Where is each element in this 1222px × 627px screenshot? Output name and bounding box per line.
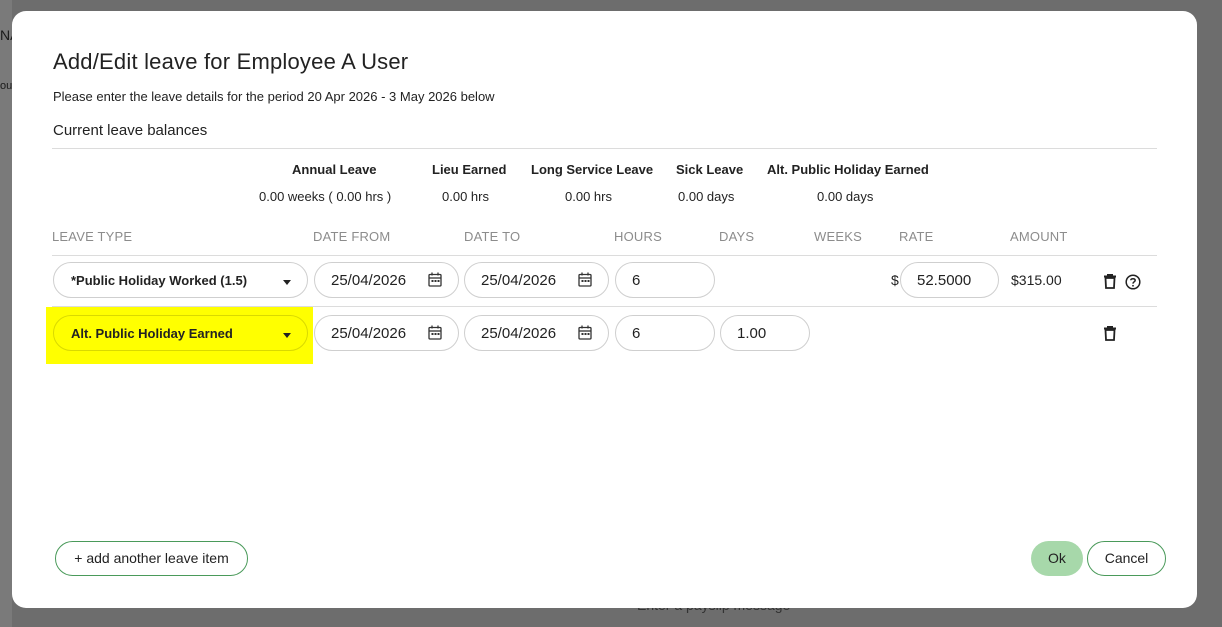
date-from-value: 25/04/2026: [331, 272, 407, 289]
days-value: 1.00: [737, 325, 767, 342]
calendar-icon[interactable]: [428, 325, 442, 340]
date-from-input[interactable]: 25/04/2026: [314, 262, 459, 298]
column-header-amount: AMOUNT: [1010, 229, 1068, 244]
date-from-value: 25/04/2026: [331, 325, 407, 342]
balance-value-long-service: 0.00 hrs: [565, 189, 612, 204]
balance-value-annual: 0.00 weeks ( 0.00 hrs ): [259, 189, 392, 204]
hours-value: 6: [632, 272, 641, 289]
rate-value: 52.5000: [917, 272, 972, 289]
column-header-date-from: DATE FROM: [313, 229, 391, 244]
date-from-input[interactable]: 25/04/2026: [314, 315, 459, 351]
rate-currency-symbol: $: [891, 272, 899, 288]
divider: [52, 255, 1157, 256]
cancel-button[interactable]: Cancel: [1087, 541, 1166, 576]
dropdown-caret-icon: [283, 280, 291, 285]
dropdown-caret-icon: [283, 333, 291, 338]
leave-type-select[interactable]: Alt. Public Holiday Earned: [53, 315, 308, 351]
balances-title: Current leave balances: [53, 122, 208, 139]
leave-type-value: *Public Holiday Worked (1.5): [71, 273, 248, 288]
date-to-input[interactable]: 25/04/2026: [464, 262, 609, 298]
leave-dialog: Add/Edit leave for Employee A User Pleas…: [12, 11, 1197, 608]
balance-label-annual: Annual Leave: [292, 162, 377, 177]
balance-value-alt-holiday: 0.00 days: [817, 189, 874, 204]
divider: [52, 148, 1157, 149]
leave-type-value: Alt. Public Holiday Earned: [71, 326, 233, 341]
calendar-icon[interactable]: [578, 272, 592, 287]
column-header-days: DAYS: [719, 229, 755, 244]
balance-label-sick: Sick Leave: [676, 162, 744, 177]
column-header-leave-type: LEAVE TYPE: [52, 229, 133, 244]
add-leave-item-button[interactable]: + add another leave item: [55, 541, 248, 576]
balance-label-alt-holiday: Alt. Public Holiday Earned: [767, 162, 929, 177]
hours-input[interactable]: 6: [615, 262, 715, 298]
days-input[interactable]: 1.00: [720, 315, 810, 351]
amount-value: $315.00: [1011, 272, 1062, 288]
dialog-subtitle: Please enter the leave details for the p…: [53, 89, 495, 104]
calendar-icon[interactable]: [428, 272, 442, 287]
ok-button[interactable]: Ok: [1031, 541, 1083, 576]
hours-value: 6: [632, 325, 641, 342]
background-panel: [0, 0, 12, 627]
balance-value-lieu: 0.00 hrs: [442, 189, 489, 204]
date-to-value: 25/04/2026: [481, 325, 557, 342]
leave-type-select[interactable]: *Public Holiday Worked (1.5): [53, 262, 308, 298]
date-to-input[interactable]: 25/04/2026: [464, 315, 609, 351]
delete-row-icon[interactable]: [1102, 273, 1118, 289]
balance-label-lieu: Lieu Earned: [432, 162, 507, 177]
hours-input[interactable]: 6: [615, 315, 715, 351]
column-header-rate: RATE: [899, 229, 934, 244]
column-header-hours: HOURS: [614, 229, 662, 244]
background-text: ou: [0, 80, 13, 92]
column-header-date-to: DATE TO: [464, 229, 521, 244]
calendar-icon[interactable]: [578, 325, 592, 340]
balance-label-long-service: Long Service Leave: [531, 162, 654, 177]
delete-row-icon[interactable]: [1102, 325, 1118, 341]
dialog-title: Add/Edit leave for Employee A User: [53, 49, 409, 74]
rate-input[interactable]: 52.5000: [900, 262, 999, 298]
date-to-value: 25/04/2026: [481, 272, 557, 289]
column-header-weeks: WEEKS: [814, 229, 862, 244]
balance-value-sick: 0.00 days: [678, 189, 735, 204]
help-icon[interactable]: [1125, 274, 1141, 290]
